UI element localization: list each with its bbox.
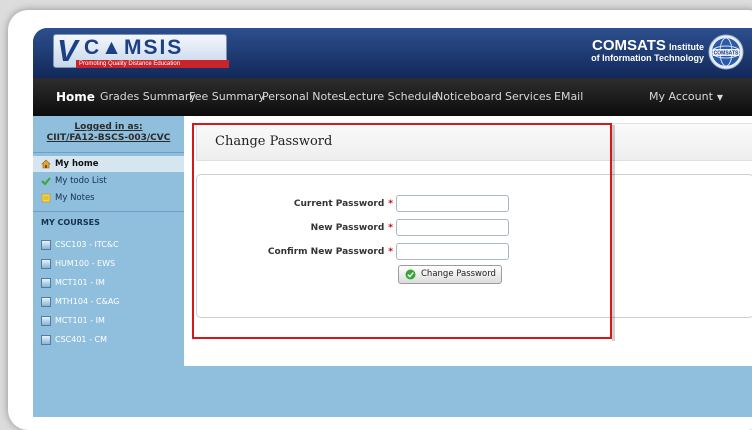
sidebar-item-label: My Notes <box>55 193 95 203</box>
course-icon <box>41 259 51 269</box>
course-label: MCT101 - IM <box>55 316 105 325</box>
nav-fee-summary[interactable]: Fee Summary <box>189 78 265 116</box>
course-label: HUM100 - EWS <box>55 259 116 268</box>
sidebar-item-my-home[interactable]: My home <box>33 156 184 172</box>
institute-title-suffix: Institute <box>669 42 704 52</box>
comsats-seal-icon: COMSATS <box>708 34 744 70</box>
logo-initial: V <box>57 33 78 68</box>
nav-email[interactable]: EMail <box>554 78 583 116</box>
course-item[interactable]: HUM100 - EWS <box>37 256 184 272</box>
highlight-annotation <box>192 123 612 339</box>
course-label: CSC103 - ITC&C <box>55 240 119 249</box>
nav-home[interactable]: Home <box>56 78 95 116</box>
nav-personal-notes[interactable]: Personal Notes <box>262 78 344 116</box>
seal-text: COMSATS <box>714 51 739 57</box>
course-item[interactable]: MCT101 - IM <box>37 313 184 329</box>
nav-my-account[interactable]: My Account ▼ <box>649 78 723 116</box>
nav-grades-summary[interactable]: Grades Summary <box>100 78 196 116</box>
nav-services[interactable]: Services <box>505 78 551 116</box>
institute-title: COMSATS <box>592 37 666 54</box>
course-icon <box>41 297 51 307</box>
my-account-label: My Account <box>649 90 713 103</box>
course-item[interactable]: CSC401 - CM <box>37 332 184 348</box>
comsis-logo[interactable]: V C▲MSIS Promoting Quality Distance Educ… <box>53 33 229 68</box>
home-icon <box>41 159 51 169</box>
login-info: Logged in as: CIIT/FA12-BSCS-003/CVC <box>33 122 184 144</box>
institute-subtitle: of Information Technology <box>591 53 704 63</box>
logged-in-label: Logged in as: <box>74 122 143 132</box>
logo-text: C▲MSIS <box>84 36 184 59</box>
nav-lecture-schedule[interactable]: Lecture Schedule <box>343 78 438 116</box>
main-nav: Home Grades Summary Fee Summary Personal… <box>33 78 752 116</box>
sidebar-item-label: My todo List <box>55 176 107 186</box>
site-banner: V C▲MSIS Promoting Quality Distance Educ… <box>33 28 752 78</box>
institute-name: COMSATS Institute of Information Technol… <box>591 37 704 64</box>
course-item[interactable]: MTH104 - C&AG <box>37 294 184 310</box>
my-courses-heading: MY COURSES <box>41 218 100 227</box>
sidebar-item-todo-list[interactable]: My todo List <box>37 173 184 189</box>
course-item[interactable]: MCT101 - IM <box>37 275 184 291</box>
sidebar-item-label: My home <box>55 159 99 169</box>
course-icon <box>41 278 51 288</box>
sidebar-item-my-notes[interactable]: My Notes <box>37 190 184 206</box>
course-icon <box>41 240 51 250</box>
course-label: MCT101 - IM <box>55 278 105 287</box>
course-icon <box>41 316 51 326</box>
course-label: CSC401 - CM <box>55 335 107 344</box>
divider <box>33 152 184 153</box>
course-icon <box>41 335 51 345</box>
user-id-link[interactable]: CIIT/FA12-BSCS-003/CVC <box>33 133 184 144</box>
highlight-shadow <box>612 125 615 341</box>
notes-icon <box>41 193 51 203</box>
chevron-down-icon: ▼ <box>716 93 724 102</box>
checkmark-icon <box>41 177 51 186</box>
nav-noticeboard[interactable]: Noticeboard <box>435 78 502 116</box>
divider <box>33 211 184 212</box>
course-label: MTH104 - C&AG <box>55 297 120 306</box>
logo-tagline: Promoting Quality Distance Education <box>76 60 229 68</box>
course-item[interactable]: CSC103 - ITC&C <box>37 237 184 253</box>
sidebar: Logged in as: CIIT/FA12-BSCS-003/CVC My … <box>33 116 184 417</box>
